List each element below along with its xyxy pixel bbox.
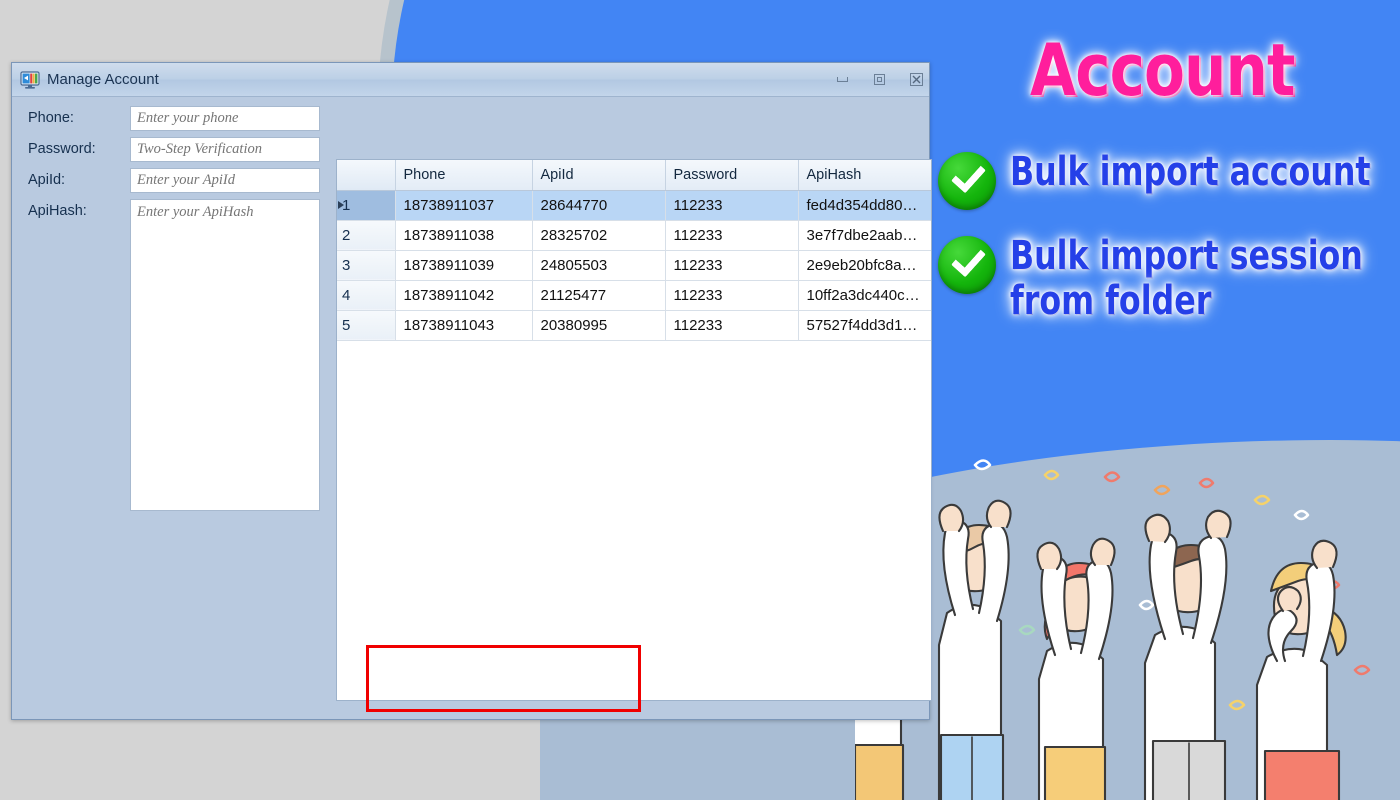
cell-password[interactable]: 112233 (665, 220, 798, 250)
column-header-phone[interactable]: Phone (395, 160, 532, 190)
row-index-cell[interactable]: 2 (337, 220, 395, 250)
password-label: Password: (28, 137, 130, 157)
cell-password[interactable]: 112233 (665, 310, 798, 340)
column-header-apihash[interactable]: ApiHash (798, 160, 931, 190)
cell-apihash[interactable]: 2e9eb20bfc8a… (798, 250, 931, 280)
row-index-cell[interactable]: 5 (337, 310, 395, 340)
apiid-input[interactable] (130, 168, 320, 193)
form-row-apihash: ApiHash: (12, 199, 336, 511)
phone-input[interactable] (130, 106, 320, 131)
accounts-table[interactable]: Phone ApiId Password ApiHash 1 187389110… (336, 159, 932, 701)
manage-account-window: Manage Account Phone: Password: (11, 62, 930, 720)
cell-phone[interactable]: 18738911038 (395, 220, 532, 250)
cell-apiid[interactable]: 20380995 (532, 310, 665, 340)
promo-title: Account (1030, 28, 1295, 112)
form-row-phone: Phone: (12, 106, 336, 131)
cell-password[interactable]: 112233 (665, 190, 798, 220)
window-controls (836, 63, 923, 96)
cell-phone[interactable]: 18738911039 (395, 250, 532, 280)
promo-feature-1: Bulk import account (938, 150, 1400, 210)
screenshot-root: Account Bulk import account Bulk import … (0, 0, 1400, 800)
apiid-label: ApiId: (28, 168, 130, 188)
row-selector-arrow-icon (338, 201, 344, 209)
minimize-button[interactable] (836, 73, 849, 86)
column-header-password[interactable]: Password (665, 160, 798, 190)
table-row[interactable]: 3 18738911039 24805503 112233 2e9eb20bfc… (337, 250, 931, 280)
cell-apiid[interactable]: 24805503 (532, 250, 665, 280)
phone-label: Phone: (28, 106, 130, 126)
apihash-input[interactable] (130, 199, 320, 511)
check-circle-icon (938, 236, 996, 294)
table-row[interactable]: 5 18738911043 20380995 112233 57527f4dd3… (337, 310, 931, 340)
row-index-cell[interactable]: 4 (337, 280, 395, 310)
cell-apihash[interactable]: 57527f4dd3d1… (798, 310, 931, 340)
cell-apihash[interactable]: fed4d354dd80… (798, 190, 931, 220)
form-row-password: Password: (12, 137, 336, 162)
form-row-apiid: ApiId: (12, 168, 336, 193)
apihash-label: ApiHash: (28, 199, 130, 219)
close-window-button[interactable] (910, 73, 923, 86)
cell-phone[interactable]: 18738911037 (395, 190, 532, 220)
promo-feature-2-line-2: from folder (1010, 279, 1363, 324)
check-circle-icon (938, 152, 996, 210)
row-index-cell[interactable]: 3 (337, 250, 395, 280)
promo-feature-2: Bulk import session from folder (938, 234, 1400, 324)
cell-apiid[interactable]: 21125477 (532, 280, 665, 310)
cell-apihash[interactable]: 3e7f7dbe2aab… (798, 220, 931, 250)
column-header-apiid[interactable]: ApiId (532, 160, 665, 190)
window-title: Manage Account (47, 71, 159, 88)
table-row[interactable]: 2 18738911038 28325702 112233 3e7f7dbe2a… (337, 220, 931, 250)
row-index-cell[interactable]: 1 (337, 190, 395, 220)
table-row[interactable]: 4 18738911042 21125477 112233 10ff2a3dc4… (337, 280, 931, 310)
action-button-bar: Save Clear Import Import Session (12, 635, 929, 719)
account-form: Phone: Password: ApiId: ApiHash: (12, 97, 336, 511)
promo-feature-1-text: Bulk import account (1010, 150, 1371, 195)
cell-password[interactable]: 112233 (665, 250, 798, 280)
cell-apihash[interactable]: 10ff2a3dc440c… (798, 280, 931, 310)
column-header-index[interactable] (337, 160, 395, 190)
password-input[interactable] (130, 137, 320, 162)
cell-password[interactable]: 112233 (665, 280, 798, 310)
window-titlebar[interactable]: Manage Account (12, 63, 929, 97)
cell-apiid[interactable]: 28644770 (532, 190, 665, 220)
table-row[interactable]: 1 18738911037 28644770 112233 fed4d354dd… (337, 190, 931, 220)
cell-apiid[interactable]: 28325702 (532, 220, 665, 250)
promo-feature-2-line-1: Bulk import session (1010, 234, 1363, 279)
celebrating-people-illustration (855, 455, 1400, 800)
cell-phone[interactable]: 18738911042 (395, 280, 532, 310)
table-header-row: Phone ApiId Password ApiHash (337, 160, 931, 190)
monitor-icon (20, 71, 40, 89)
cell-phone[interactable]: 18738911043 (395, 310, 532, 340)
maximize-button[interactable] (873, 73, 886, 86)
